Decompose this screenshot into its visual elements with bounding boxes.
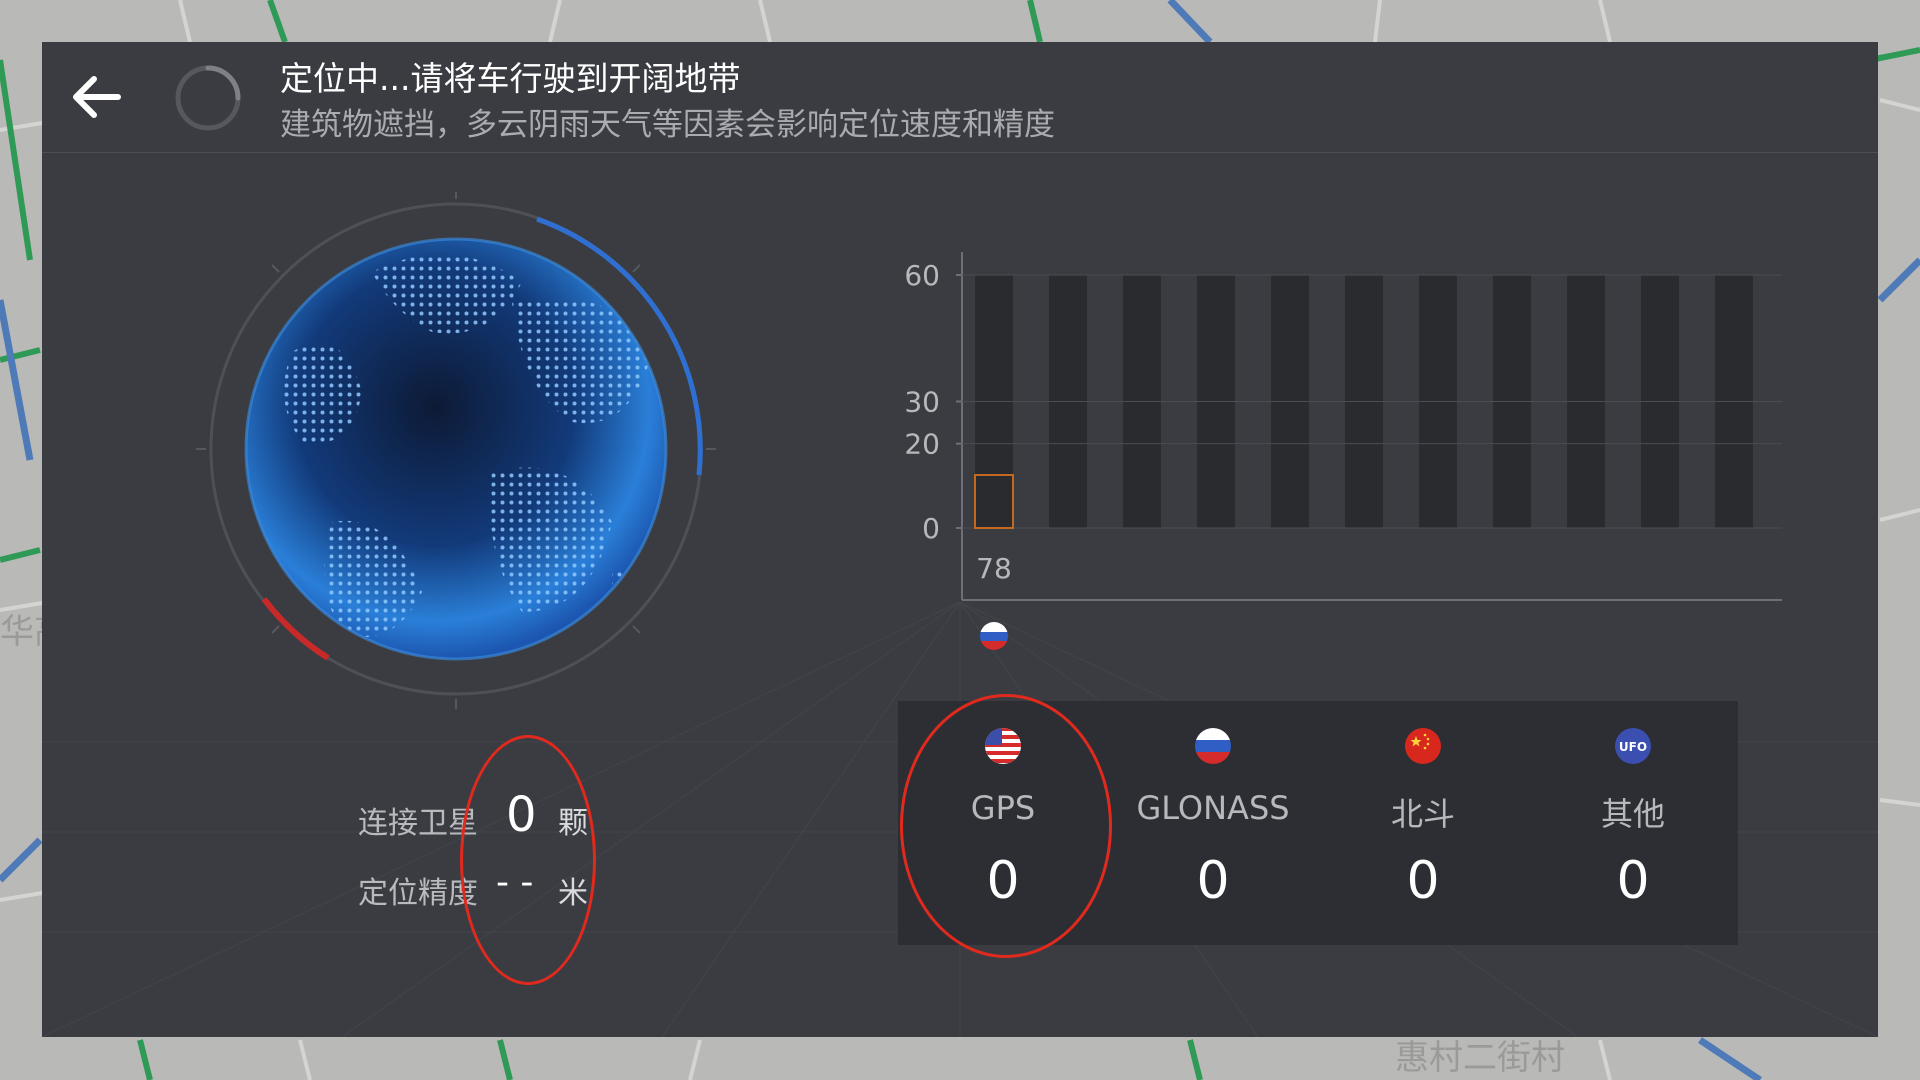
russia-flag-icon (1195, 728, 1231, 764)
count-beidou: 北斗 0 (1318, 701, 1528, 945)
y-tick-label: 60 (904, 259, 940, 292)
count-name: GPS (970, 789, 1036, 827)
satellites-value: 0 (506, 787, 537, 843)
header-bar: 定位中...请将车行驶到开阔地带 建筑物遮挡，多云阴雨天气等因素会影响定位速度和… (42, 42, 1878, 153)
satellites-unit: 颗 (558, 806, 588, 841)
globe-graphic (192, 192, 792, 792)
count-value: 0 (1196, 851, 1230, 911)
accuracy-label: 定位精度 (358, 876, 478, 911)
x-tick-label: 78 (976, 552, 1012, 585)
y-tick-label: 30 (904, 386, 940, 419)
count-name: GLONASS (1136, 789, 1290, 827)
accuracy-value: - - (496, 862, 534, 903)
signal-chart: 60 30 20 0 78 (882, 212, 1802, 662)
back-button[interactable] (64, 64, 130, 130)
count-value: 0 (1616, 851, 1650, 911)
loading-spinner-icon (173, 63, 243, 133)
count-value: 0 (1406, 851, 1440, 911)
svg-text:UFO: UFO (1619, 740, 1647, 754)
constellation-counts: GPS 0 GLONASS 0 北斗 0 UFO 其他 0 (898, 701, 1738, 945)
count-gps: GPS 0 (898, 701, 1108, 945)
count-value: 0 (986, 851, 1020, 911)
count-glonass: GLONASS 0 (1108, 701, 1318, 945)
page-title: 定位中...请将车行驶到开阔地带 (280, 59, 741, 98)
count-name: 北斗 (1390, 795, 1455, 833)
back-arrow-icon (73, 76, 121, 118)
y-tick-label: 20 (904, 428, 940, 461)
count-other: UFO 其他 0 (1528, 701, 1738, 945)
page-subtitle: 建筑物遮挡，多云阴雨天气等因素会影响定位速度和精度 (280, 107, 1055, 143)
satellites-label: 连接卫星 (358, 806, 478, 841)
ufo-icon: UFO (1615, 728, 1651, 764)
accuracy-unit: 米 (558, 876, 588, 911)
china-flag-icon (1405, 728, 1441, 764)
us-flag-icon (985, 728, 1021, 764)
russia-flag-icon (980, 622, 1008, 650)
map-label-south: 惠村二街村 (1395, 1038, 1565, 1078)
count-name: 其他 (1600, 795, 1665, 833)
positioning-panel: 定位中...请将车行驶到开阔地带 建筑物遮挡，多云阴雨天气等因素会影响定位速度和… (42, 42, 1878, 1037)
y-tick-label: 0 (922, 512, 940, 545)
